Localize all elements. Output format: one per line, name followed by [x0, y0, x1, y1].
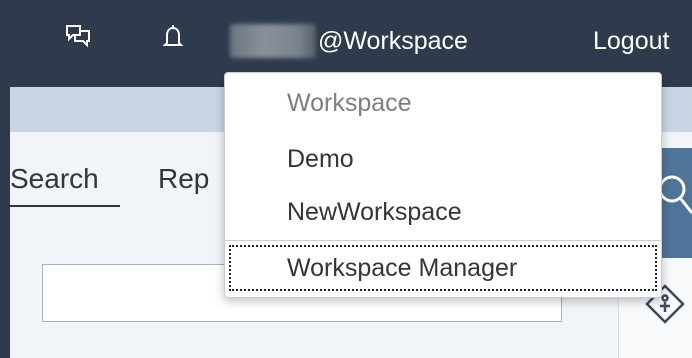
search-icon[interactable]	[658, 173, 692, 221]
menu-separator	[225, 240, 661, 241]
workspace-dropdown-menu: Workspace Demo NewWorkspace Workspace Ma…	[224, 72, 662, 298]
tab-rep[interactable]: Rep	[158, 163, 209, 195]
menu-item-workspace-manager[interactable]: Workspace Manager	[229, 245, 657, 291]
chat-icon[interactable]	[63, 22, 93, 52]
logout-link[interactable]: Logout	[593, 27, 669, 56]
user-workspace-label[interactable]: @Workspace	[318, 27, 468, 56]
menu-item-label: Workspace Manager	[287, 254, 518, 282]
tab-search[interactable]: Search	[10, 163, 99, 195]
bell-icon[interactable]	[158, 22, 188, 52]
menu-group-header: Workspace	[287, 89, 412, 117]
user-name-redacted	[230, 24, 316, 58]
tab-search-underline	[10, 205, 120, 207]
menu-item-newworkspace[interactable]: NewWorkspace	[287, 198, 462, 227]
menu-item-demo[interactable]: Demo	[287, 145, 354, 174]
